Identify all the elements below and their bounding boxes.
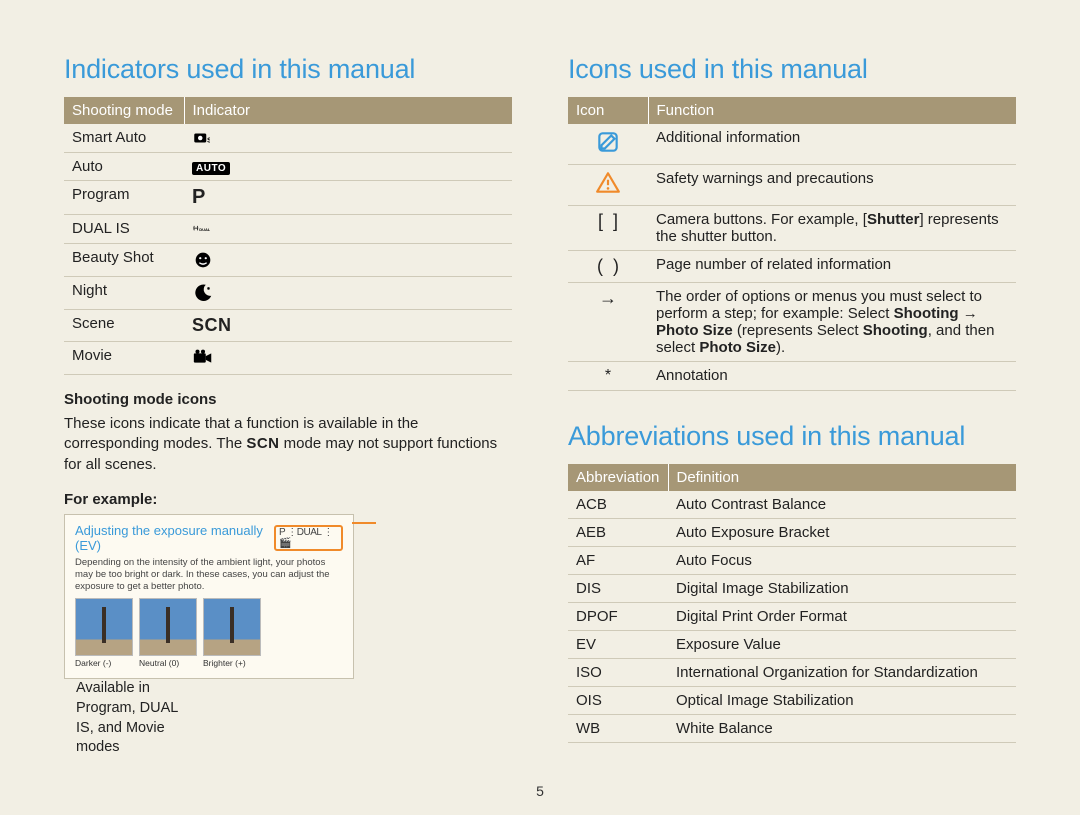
table-row: ( ) Page number of related information bbox=[568, 251, 1016, 283]
beauty-face-icon bbox=[192, 251, 214, 268]
table-row: ACBAuto Contrast Balance bbox=[568, 491, 1016, 519]
callout-line bbox=[352, 522, 376, 524]
table-row: DISDigital Image Stabilization bbox=[568, 575, 1016, 603]
thumb-label: Neutral (0) bbox=[139, 658, 197, 668]
shooting-mode-icons-heading: Shooting mode icons bbox=[64, 391, 512, 408]
table-row: DUAL IS DUAL bbox=[64, 215, 512, 244]
table-row: Beauty Shot bbox=[64, 244, 512, 277]
table-row: Movie bbox=[64, 342, 512, 375]
parens-icon: ( ) bbox=[597, 256, 619, 276]
table-row: Additional information bbox=[568, 124, 1016, 165]
auto-badge-icon: AUTO bbox=[192, 162, 230, 175]
table-row: ISOInternational Organization for Standa… bbox=[568, 659, 1016, 687]
table-row: OISOptical Image Stabilization bbox=[568, 687, 1016, 715]
shooting-mode-table: Shooting mode Indicator Smart Auto S Aut… bbox=[64, 97, 512, 375]
table-row: → The order of options or menus you must… bbox=[568, 283, 1016, 362]
table-row: EVExposure Value bbox=[568, 631, 1016, 659]
column-left: Indicators used in this manual Shooting … bbox=[64, 54, 512, 758]
table-row: Smart Auto S bbox=[64, 124, 512, 153]
th-indicator: Indicator bbox=[184, 97, 512, 124]
mode-chip: P ⋮DUAL ⋮🎬 bbox=[274, 525, 343, 551]
night-moon-icon bbox=[192, 284, 214, 301]
table-row: Auto AUTO bbox=[64, 153, 512, 181]
table-row: DPOFDigital Print Order Format bbox=[568, 603, 1016, 631]
thumb-label: Brighter (+) bbox=[203, 658, 261, 668]
example-heading: Adjusting the exposure manually (EV) bbox=[75, 523, 270, 553]
table-row: WBWhite Balance bbox=[568, 715, 1016, 743]
thumb-neutral bbox=[139, 598, 197, 656]
table-row: [ ] Camera buttons. For example, [Shutte… bbox=[568, 206, 1016, 251]
table-row: Safety warnings and precautions bbox=[568, 165, 1016, 206]
th-abbr: Abbreviation bbox=[568, 464, 668, 491]
example-snippet: Adjusting the exposure manually (EV) P ⋮… bbox=[64, 514, 354, 680]
dual-is-icon: DUAL bbox=[192, 220, 210, 237]
svg-text:DUAL: DUAL bbox=[199, 227, 210, 232]
square-brackets-icon: [ ] bbox=[598, 211, 618, 231]
warning-icon bbox=[595, 183, 621, 200]
asterisk-icon: * bbox=[605, 367, 611, 384]
table-row: AFAuto Focus bbox=[568, 547, 1016, 575]
table-row: Program P bbox=[64, 181, 512, 215]
table-row: * Annotation bbox=[568, 362, 1016, 391]
th-shooting-mode: Shooting mode bbox=[64, 97, 184, 124]
program-p-icon: P bbox=[192, 186, 205, 208]
th-function: Function bbox=[648, 97, 1016, 124]
movie-icon bbox=[192, 349, 214, 366]
th-icon: Icon bbox=[568, 97, 648, 124]
arrow-right-icon: → bbox=[599, 288, 617, 308]
svg-text:S: S bbox=[207, 136, 210, 145]
table-row: Night bbox=[64, 277, 512, 310]
th-def: Definition bbox=[668, 464, 1016, 491]
for-example-heading: For example: bbox=[64, 491, 512, 508]
scn-icon: SCN bbox=[192, 315, 232, 335]
notepad-icon bbox=[595, 142, 621, 159]
table-row: AEBAuto Exposure Bracket bbox=[568, 519, 1016, 547]
example-desc: Depending on the intensity of the ambien… bbox=[75, 557, 343, 593]
column-right: Icons used in this manual Icon Function … bbox=[568, 54, 1016, 758]
page-number: 5 bbox=[536, 783, 544, 799]
icons-heading: Icons used in this manual bbox=[568, 54, 1016, 85]
icons-table: Icon Function Additional information Saf… bbox=[568, 97, 1016, 391]
abbr-table: Abbreviation Definition ACBAuto Contrast… bbox=[568, 464, 1016, 743]
abbr-heading: Abbreviations used in this manual bbox=[568, 421, 1016, 452]
thumb-label: Darker (-) bbox=[75, 658, 133, 668]
shooting-mode-icons-description: These icons indicate that a function is … bbox=[64, 414, 512, 475]
annotation-side-note: Available in Program, DUAL IS, and Movie… bbox=[76, 679, 196, 757]
thumb-darker bbox=[75, 598, 133, 656]
table-row: Scene SCN bbox=[64, 310, 512, 342]
thumb-brighter bbox=[203, 598, 261, 656]
indicators-heading: Indicators used in this manual bbox=[64, 54, 512, 85]
smart-auto-icon: S bbox=[192, 129, 210, 146]
